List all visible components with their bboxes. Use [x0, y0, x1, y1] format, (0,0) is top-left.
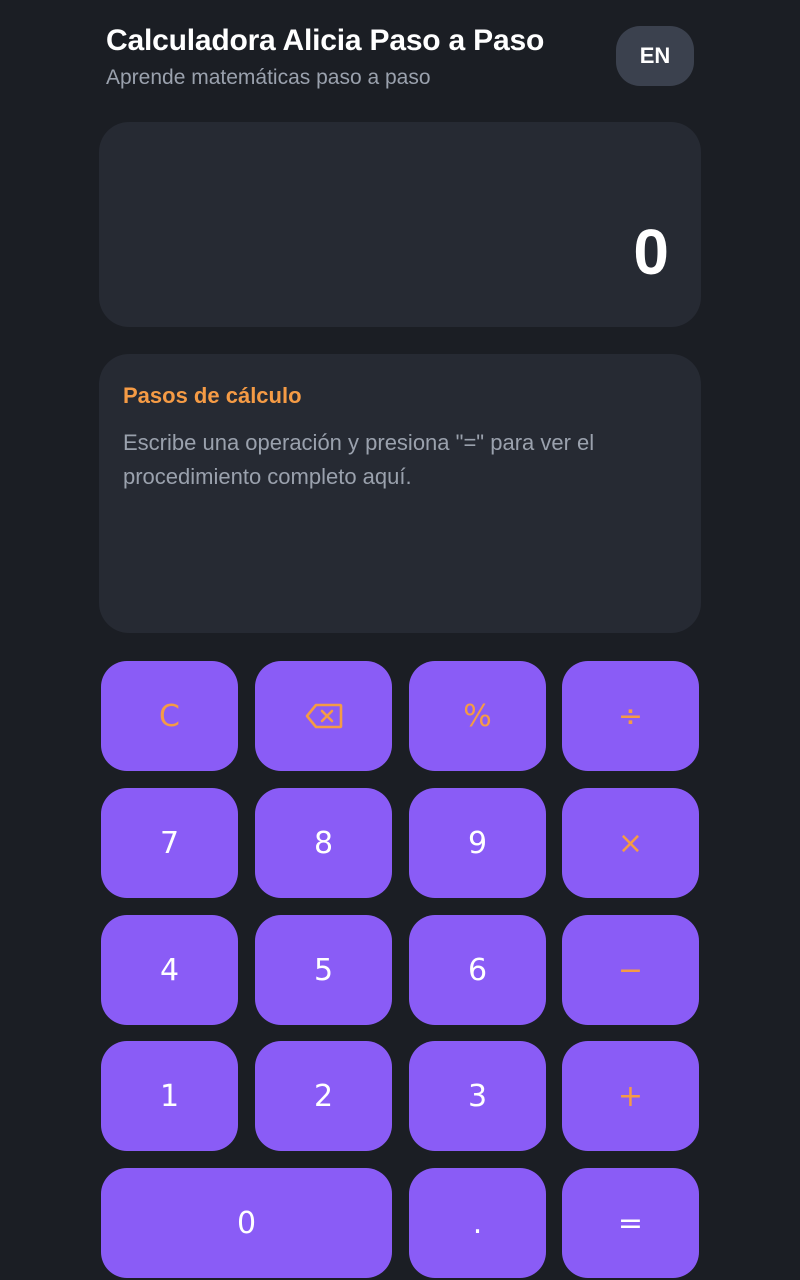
- digit-4-button[interactable]: 4: [101, 915, 238, 1025]
- steps-placeholder: Escribe una operación y presiona "=" par…: [123, 430, 595, 489]
- backspace-button[interactable]: [255, 661, 392, 771]
- display-value: 0: [633, 216, 669, 288]
- divide-button[interactable]: ÷: [562, 661, 699, 771]
- plus-button[interactable]: +: [562, 1041, 699, 1151]
- digit-3-button[interactable]: 3: [409, 1041, 546, 1151]
- percent-button[interactable]: %: [409, 661, 546, 771]
- clear-button[interactable]: C: [101, 661, 238, 771]
- steps-title: Pasos de cálculo: [123, 383, 302, 408]
- digit-7-button[interactable]: 7: [101, 788, 238, 898]
- digit-1-button[interactable]: 1: [101, 1041, 238, 1151]
- digit-9-button[interactable]: 9: [409, 788, 546, 898]
- decimal-button[interactable]: .: [409, 1168, 546, 1278]
- digit-6-button[interactable]: 6: [409, 915, 546, 1025]
- minus-button[interactable]: −: [562, 915, 699, 1025]
- multiply-button[interactable]: ×: [562, 788, 699, 898]
- steps-panel: Pasos de cálculo Escribe una operación y…: [99, 354, 701, 633]
- backspace-icon: [305, 703, 343, 729]
- digit-0-button[interactable]: 0: [101, 1168, 392, 1278]
- equals-button[interactable]: =: [562, 1168, 699, 1278]
- calculator-screen: Calculadora Alicia Paso a Paso Aprende m…: [0, 0, 800, 1280]
- result-display: 0: [99, 122, 701, 327]
- digit-5-button[interactable]: 5: [255, 915, 392, 1025]
- digit-8-button[interactable]: 8: [255, 788, 392, 898]
- digit-2-button[interactable]: 2: [255, 1041, 392, 1151]
- language-toggle-button[interactable]: EN: [616, 26, 694, 86]
